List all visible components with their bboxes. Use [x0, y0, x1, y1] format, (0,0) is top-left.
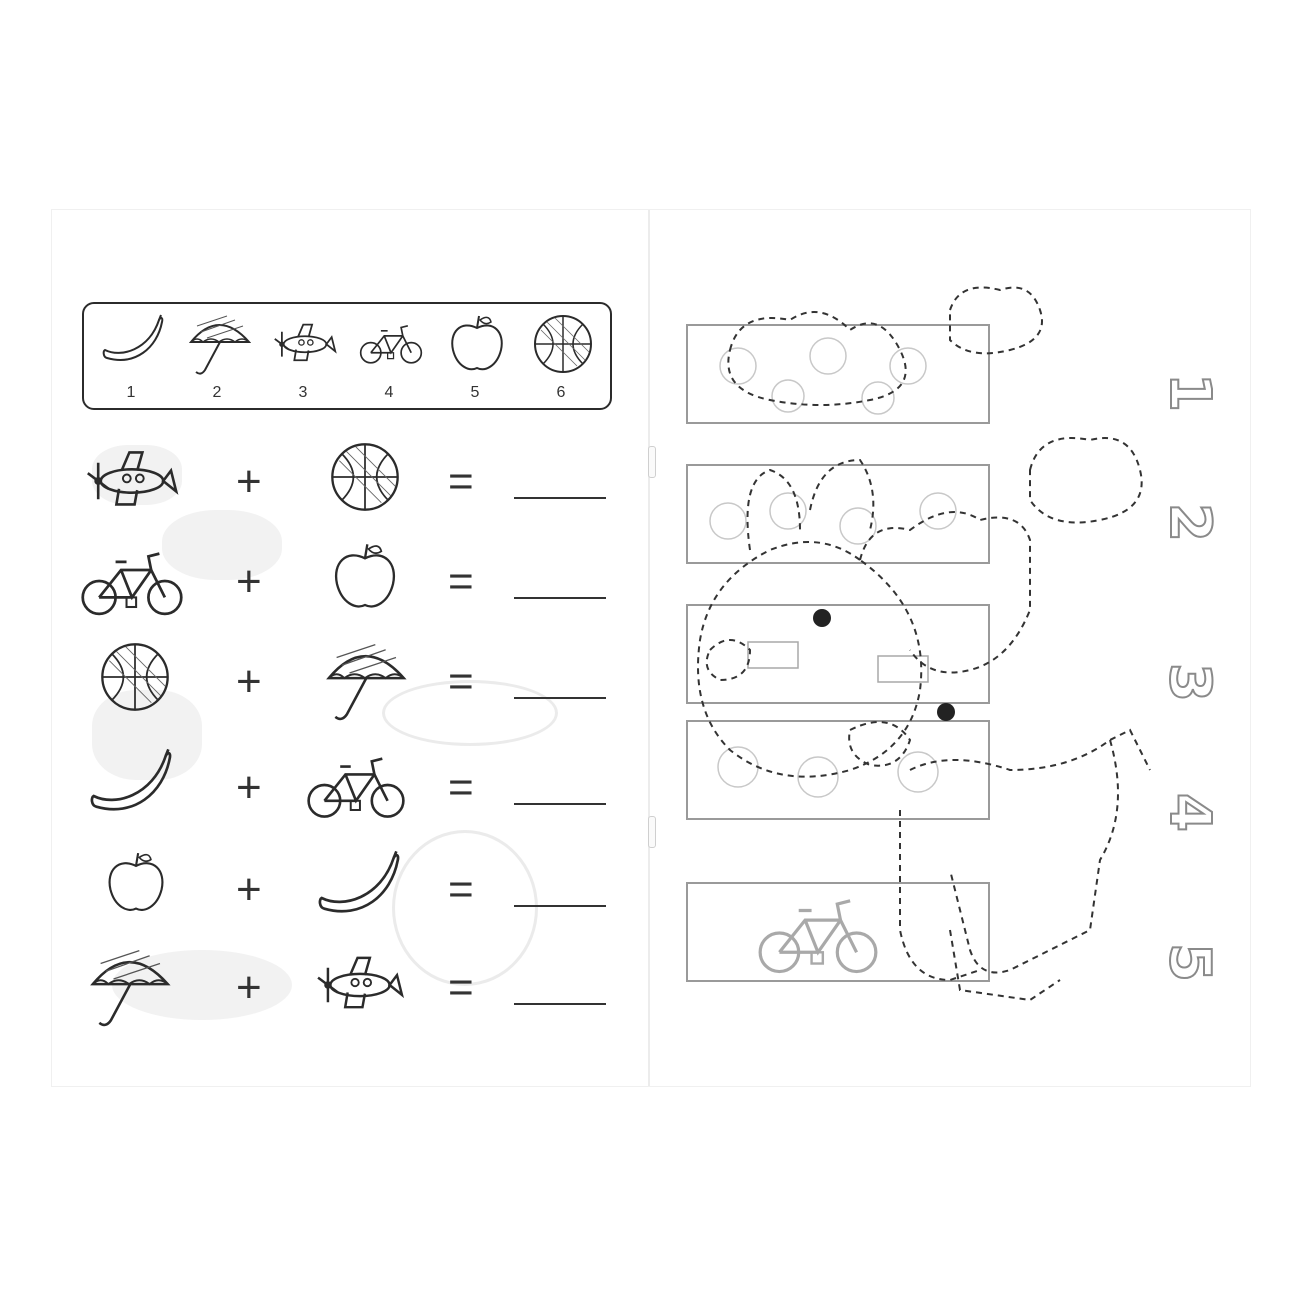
legend-number: 6 [556, 384, 566, 401]
equation-row-5: + = [52, 850, 648, 930]
banana-icon [102, 314, 164, 361]
banana-icon [318, 850, 400, 913]
umbrella-icon [91, 949, 170, 1027]
equals-sign: = [448, 963, 474, 1012]
plus-sign: + [236, 457, 262, 506]
umbrella-icon [327, 643, 406, 721]
number-3: 3 [1156, 662, 1223, 703]
legend-item-3: 3 [260, 310, 346, 404]
plus-sign: + [236, 557, 262, 606]
apple-icon [108, 852, 164, 911]
number-2: 2 [1156, 502, 1223, 543]
number-4: 4 [1156, 792, 1223, 833]
left-page: 1 2 3 4 5 6 + = + = + = + = + = + = [52, 210, 648, 1086]
legend-key: 1 2 3 4 5 6 [82, 302, 612, 410]
legend-item-6: 6 [518, 310, 604, 404]
legend-number: 5 [470, 384, 480, 401]
answer-blank[interactable] [514, 597, 606, 599]
bicycle-icon [81, 552, 183, 616]
legend-number: 4 [384, 384, 394, 401]
equation-row-3: + = [52, 642, 648, 722]
apple-icon [451, 315, 503, 371]
legend-number: 2 [212, 384, 222, 401]
plus-sign: + [236, 963, 262, 1012]
equals-sign: = [448, 657, 474, 706]
equals-sign: = [448, 457, 474, 506]
answer-blank[interactable] [514, 905, 606, 907]
equals-sign: = [448, 763, 474, 812]
answer-blank[interactable] [514, 497, 606, 499]
plus-sign: + [236, 657, 262, 706]
bicycle-icon [359, 324, 423, 364]
legend-item-4: 4 [346, 310, 432, 404]
number-5: 5 [1156, 942, 1223, 983]
ball-icon [331, 443, 399, 511]
number-1: 1 [1156, 372, 1223, 413]
right-page: 1 2 3 4 5 [650, 210, 1250, 1086]
answer-blank[interactable] [514, 803, 606, 805]
legend-number: 3 [298, 384, 308, 401]
plus-sign: + [236, 865, 262, 914]
legend-item-2: 2 [174, 310, 260, 404]
answer-blank[interactable] [514, 1003, 606, 1005]
airplane-icon [86, 451, 178, 506]
umbrella-icon [190, 315, 250, 375]
bicycle-icon [307, 757, 405, 818]
equation-row-4: + = [52, 748, 648, 828]
ball-icon [534, 315, 592, 373]
plus-sign: + [236, 763, 262, 812]
apple-icon [334, 543, 396, 608]
answer-blank[interactable] [514, 697, 606, 699]
equation-row-6: + = [52, 948, 648, 1028]
airplane-icon [316, 956, 404, 1009]
legend-item-1: 1 [88, 310, 174, 404]
equation-row-1: + = [52, 442, 648, 522]
airplane-icon [273, 323, 337, 362]
equals-sign: = [448, 557, 474, 606]
legend-item-5: 5 [432, 310, 518, 404]
workbook-spread: 1 2 3 4 5 6 + = + = + = + = + = + = 1 2 … [52, 210, 1250, 1086]
ball-icon [101, 643, 169, 711]
equation-row-2: + = [52, 542, 648, 622]
legend-number: 1 [126, 384, 136, 401]
equals-sign: = [448, 865, 474, 914]
banana-icon [90, 748, 172, 811]
